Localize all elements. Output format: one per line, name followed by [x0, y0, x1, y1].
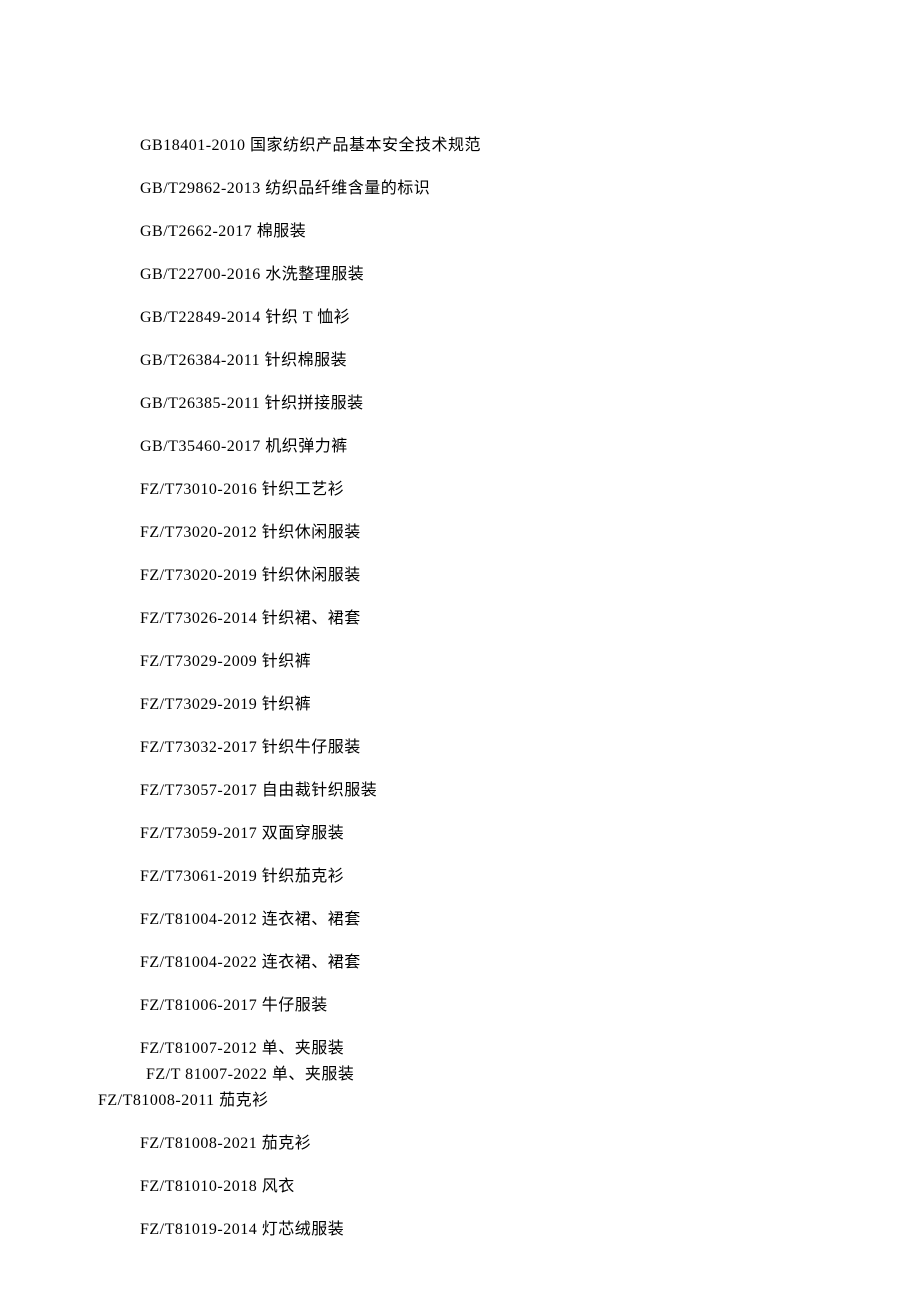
text-line: FZ/T73010-2016 针织工艺衫 — [140, 482, 920, 498]
text-line: FZ/T81006-2017 牛仔服装 — [140, 998, 920, 1014]
text-line: FZ/T73020-2019 针织休闲服装 — [140, 568, 920, 584]
text-line: GB/T22700-2016 水洗整理服装 — [140, 267, 920, 283]
text-line: GB/T29862-2013 纺织品纤维含量的标识 — [140, 181, 920, 197]
text-line: FZ/T73020-2012 针织休闲服装 — [140, 525, 920, 541]
text-line: GB18401-2010 国家纺织产品基本安全技术规范 — [140, 138, 920, 154]
text-line: FZ/T81019-2014 灯芯绒服装 — [140, 1222, 920, 1238]
text-line: FZ/T73057-2017 自由裁针织服装 — [140, 783, 920, 799]
text-line: FZ/T73026-2014 针织裙、裙套 — [140, 611, 920, 627]
text-line: FZ/T81010-2018 风衣 — [140, 1179, 920, 1195]
text-line: FZ/T73029-2009 针织裤 — [140, 654, 920, 670]
text-line: GB/T2662-2017 棉服装 — [140, 224, 920, 240]
document-body: GB18401-2010 国家纺织产品基本安全技术规范 GB/T29862-201… — [140, 138, 920, 1238]
text-line: GB/T26384-2011 针织棉服装 — [140, 353, 920, 369]
text-line: FZ/T81004-2022 连衣裙、裙套 — [140, 955, 920, 971]
text-line: GB/T22849-2014 针织 T 恤衫 — [140, 310, 920, 326]
text-line: FZ/T73032-2017 针织牛仔服装 — [140, 740, 920, 756]
text-line: GB/T26385-2011 针织拼接服装 — [140, 396, 920, 412]
text-line: FZ/T81007-2012 单、夹服装 — [140, 1041, 920, 1057]
text-line: FZ/T81008-2011 茄克衫 — [98, 1093, 920, 1109]
text-line: FZ/T 81007-2022 单、夹服装 — [146, 1067, 920, 1083]
text-line: FZ/T81008-2021 茄克衫 — [140, 1136, 920, 1152]
text-line: FZ/T73061-2019 针织茄克衫 — [140, 869, 920, 885]
text-line: FZ/T73029-2019 针织裤 — [140, 697, 920, 713]
text-line: FZ/T73059-2017 双面穿服装 — [140, 826, 920, 842]
text-line: FZ/T81004-2012 连衣裙、裙套 — [140, 912, 920, 928]
text-line: GB/T35460-2017 机织弹力裤 — [140, 439, 920, 455]
